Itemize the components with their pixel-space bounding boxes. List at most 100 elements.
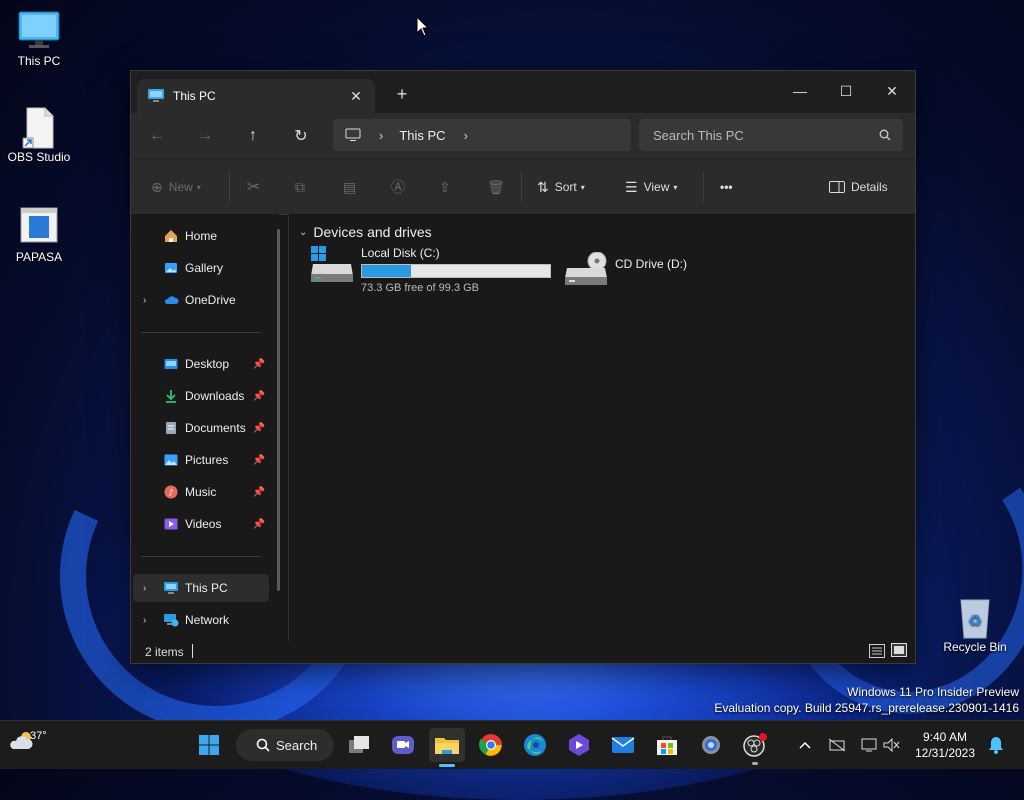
show-hidden-icons-chevron-icon[interactable]: [792, 731, 818, 759]
delete-icon[interactable]: 🗑: [487, 175, 505, 199]
file-explorer-window: This PC ✕ + — ☐ ✕ ← → ↑ ↻ › This PC › Se…: [130, 70, 916, 664]
weather-widget[interactable]: 37°: [8, 729, 47, 756]
maximize-button[interactable]: ☐: [823, 77, 869, 105]
sidebar-item-onedrive[interactable]: › OneDrive: [133, 286, 269, 314]
up-arrow-icon[interactable]: ↑: [241, 124, 265, 148]
pin-icon[interactable]: 📌: [253, 455, 265, 466]
notification-bell-icon[interactable]: [984, 731, 1008, 759]
desktop-icon-recycle-bin[interactable]: ♻ Recycle Bin: [939, 596, 1011, 654]
pin-icon[interactable]: 📌: [253, 423, 265, 434]
file-shortcut-icon: [17, 106, 61, 149]
group-title: Devices and drives: [313, 224, 432, 240]
tiles-view-icon[interactable]: [891, 643, 907, 657]
details-label: Details: [851, 180, 888, 194]
copy-icon[interactable]: ⧉: [295, 175, 305, 199]
new-button[interactable]: ⊕ New ▾: [151, 175, 201, 199]
sort-button[interactable]: ⇅ Sort ▾: [537, 175, 585, 199]
sidebar-item-this-pc[interactable]: › This PC: [133, 574, 269, 602]
sidebar-item-videos[interactable]: Videos 📌: [133, 510, 269, 538]
system-tray-status[interactable]: [858, 731, 902, 759]
sidebar-item-gallery[interactable]: Gallery: [133, 254, 269, 282]
tab-this-pc[interactable]: This PC ✕: [137, 79, 375, 113]
cut-icon[interactable]: ✂: [247, 175, 260, 199]
gallery-icon: [163, 260, 179, 276]
rename-icon[interactable]: Ⓐ: [391, 175, 405, 199]
address-bar[interactable]: › This PC ›: [333, 119, 631, 151]
network-disconnected-icon[interactable]: [824, 731, 850, 759]
sidebar-item-desktop[interactable]: Desktop 📌: [133, 350, 269, 378]
teams-chat-icon[interactable]: [389, 731, 417, 759]
desktop-icon-papasa[interactable]: PAPASA: [3, 206, 75, 264]
plus-circle-icon: ⊕: [151, 178, 163, 195]
item-count: 2 items: [145, 645, 184, 659]
chrome-icon[interactable]: [477, 731, 505, 759]
settings-gear-icon[interactable]: [697, 731, 725, 759]
sidebar-item-label: Gallery: [185, 261, 224, 275]
download-icon: [163, 388, 179, 404]
svg-text:♻: ♻: [968, 611, 982, 630]
sidebar-item-music[interactable]: ♪ Music 📌: [133, 478, 269, 506]
cd-drive-icon: [563, 251, 609, 292]
more-options-button[interactable]: •••: [720, 175, 733, 199]
drive-tile-d[interactable]: CD Drive (D:): [563, 251, 687, 292]
taskbar-search[interactable]: Search: [236, 729, 334, 761]
tab-label: This PC: [173, 89, 216, 103]
details-pane-icon: [829, 181, 845, 193]
search-placeholder: Search This PC: [653, 127, 744, 143]
microsoft-store-icon[interactable]: [653, 731, 681, 759]
breadcrumb-this-pc[interactable]: This PC: [399, 128, 445, 143]
pin-icon[interactable]: 📌: [253, 519, 265, 530]
recycle-bin-icon: ♻: [953, 596, 997, 639]
tab-close-icon[interactable]: ✕: [347, 87, 365, 105]
sidebar-item-label: Home: [185, 229, 218, 243]
desktop-icon-this-pc[interactable]: This PC: [3, 10, 75, 68]
sidebar-item-documents[interactable]: Documents 📌: [133, 414, 269, 442]
view-button[interactable]: ☰ View ▾: [625, 175, 677, 199]
sidebar-item-home[interactable]: Home: [133, 222, 269, 250]
chevron-right-icon[interactable]: ›: [143, 295, 146, 306]
clock-time: 9:40 AM: [922, 730, 968, 744]
sidebar-item-downloads[interactable]: Downloads 📌: [133, 382, 269, 410]
clipchamp-icon[interactable]: [565, 731, 593, 759]
minimize-button[interactable]: —: [777, 77, 823, 105]
chevron-right-icon[interactable]: ›: [143, 615, 146, 626]
drive-name: CD Drive (D:): [615, 257, 687, 271]
chevron-right-icon[interactable]: ›: [143, 583, 146, 594]
desktop-folder-icon: [163, 356, 179, 372]
sidebar-item-label: This PC: [185, 581, 228, 595]
new-label: New: [168, 180, 193, 194]
file-explorer-taskbar-icon[interactable]: [429, 728, 465, 767]
chevron-down-icon: ▾: [196, 182, 201, 192]
details-button[interactable]: Details: [829, 175, 888, 199]
group-header-devices[interactable]: ⌄ Devices and drives: [299, 224, 432, 240]
pin-icon[interactable]: 📌: [253, 391, 265, 402]
chevron-right-icon[interactable]: ›: [464, 128, 468, 143]
share-icon[interactable]: ⇪: [439, 175, 451, 199]
drive-tile-c[interactable]: Local Disk (C:) 73.3 GB free of 99.3 GB: [309, 246, 551, 294]
forward-arrow-icon[interactable]: →: [193, 124, 217, 148]
pin-icon[interactable]: 📌: [253, 487, 265, 498]
start-button[interactable]: [195, 731, 223, 759]
sidebar-scrollbar[interactable]: [277, 229, 280, 591]
desktop-icon-obs-studio[interactable]: OBS Studio: [3, 106, 75, 164]
obs-studio-icon[interactable]: [741, 731, 769, 765]
details-view-icon[interactable]: [869, 644, 885, 658]
pin-icon[interactable]: 📌: [253, 359, 265, 370]
desktop-icon-label: Recycle Bin: [943, 640, 1007, 654]
close-button[interactable]: ✕: [869, 77, 915, 105]
search-box[interactable]: Search This PC: [639, 119, 903, 151]
edge-icon[interactable]: [521, 731, 549, 759]
mail-icon[interactable]: [609, 731, 637, 759]
paste-icon[interactable]: ▤: [343, 175, 356, 199]
sidebar-item-network[interactable]: › Network: [133, 606, 269, 634]
back-arrow-icon[interactable]: ←: [145, 124, 169, 148]
task-view-icon[interactable]: [345, 731, 373, 759]
new-tab-button[interactable]: +: [393, 85, 411, 103]
refresh-icon[interactable]: ↻: [289, 124, 313, 148]
sidebar-item-pictures[interactable]: Pictures 📌: [133, 446, 269, 474]
navigation-bar: ← → ↑ ↻ › This PC › Search This PC: [131, 113, 915, 159]
sidebar-item-label: OneDrive: [185, 293, 236, 307]
clock[interactable]: 9:40 AM 12/31/2023: [910, 729, 980, 761]
watermark-edition: Windows 11 Pro Insider Preview: [847, 685, 1019, 699]
command-bar: ⊕ New ▾ ✂ ⧉ ▤ Ⓐ ⇪ 🗑 ⇅ Sort ▾ ☰ View ▾ ••…: [131, 159, 915, 215]
